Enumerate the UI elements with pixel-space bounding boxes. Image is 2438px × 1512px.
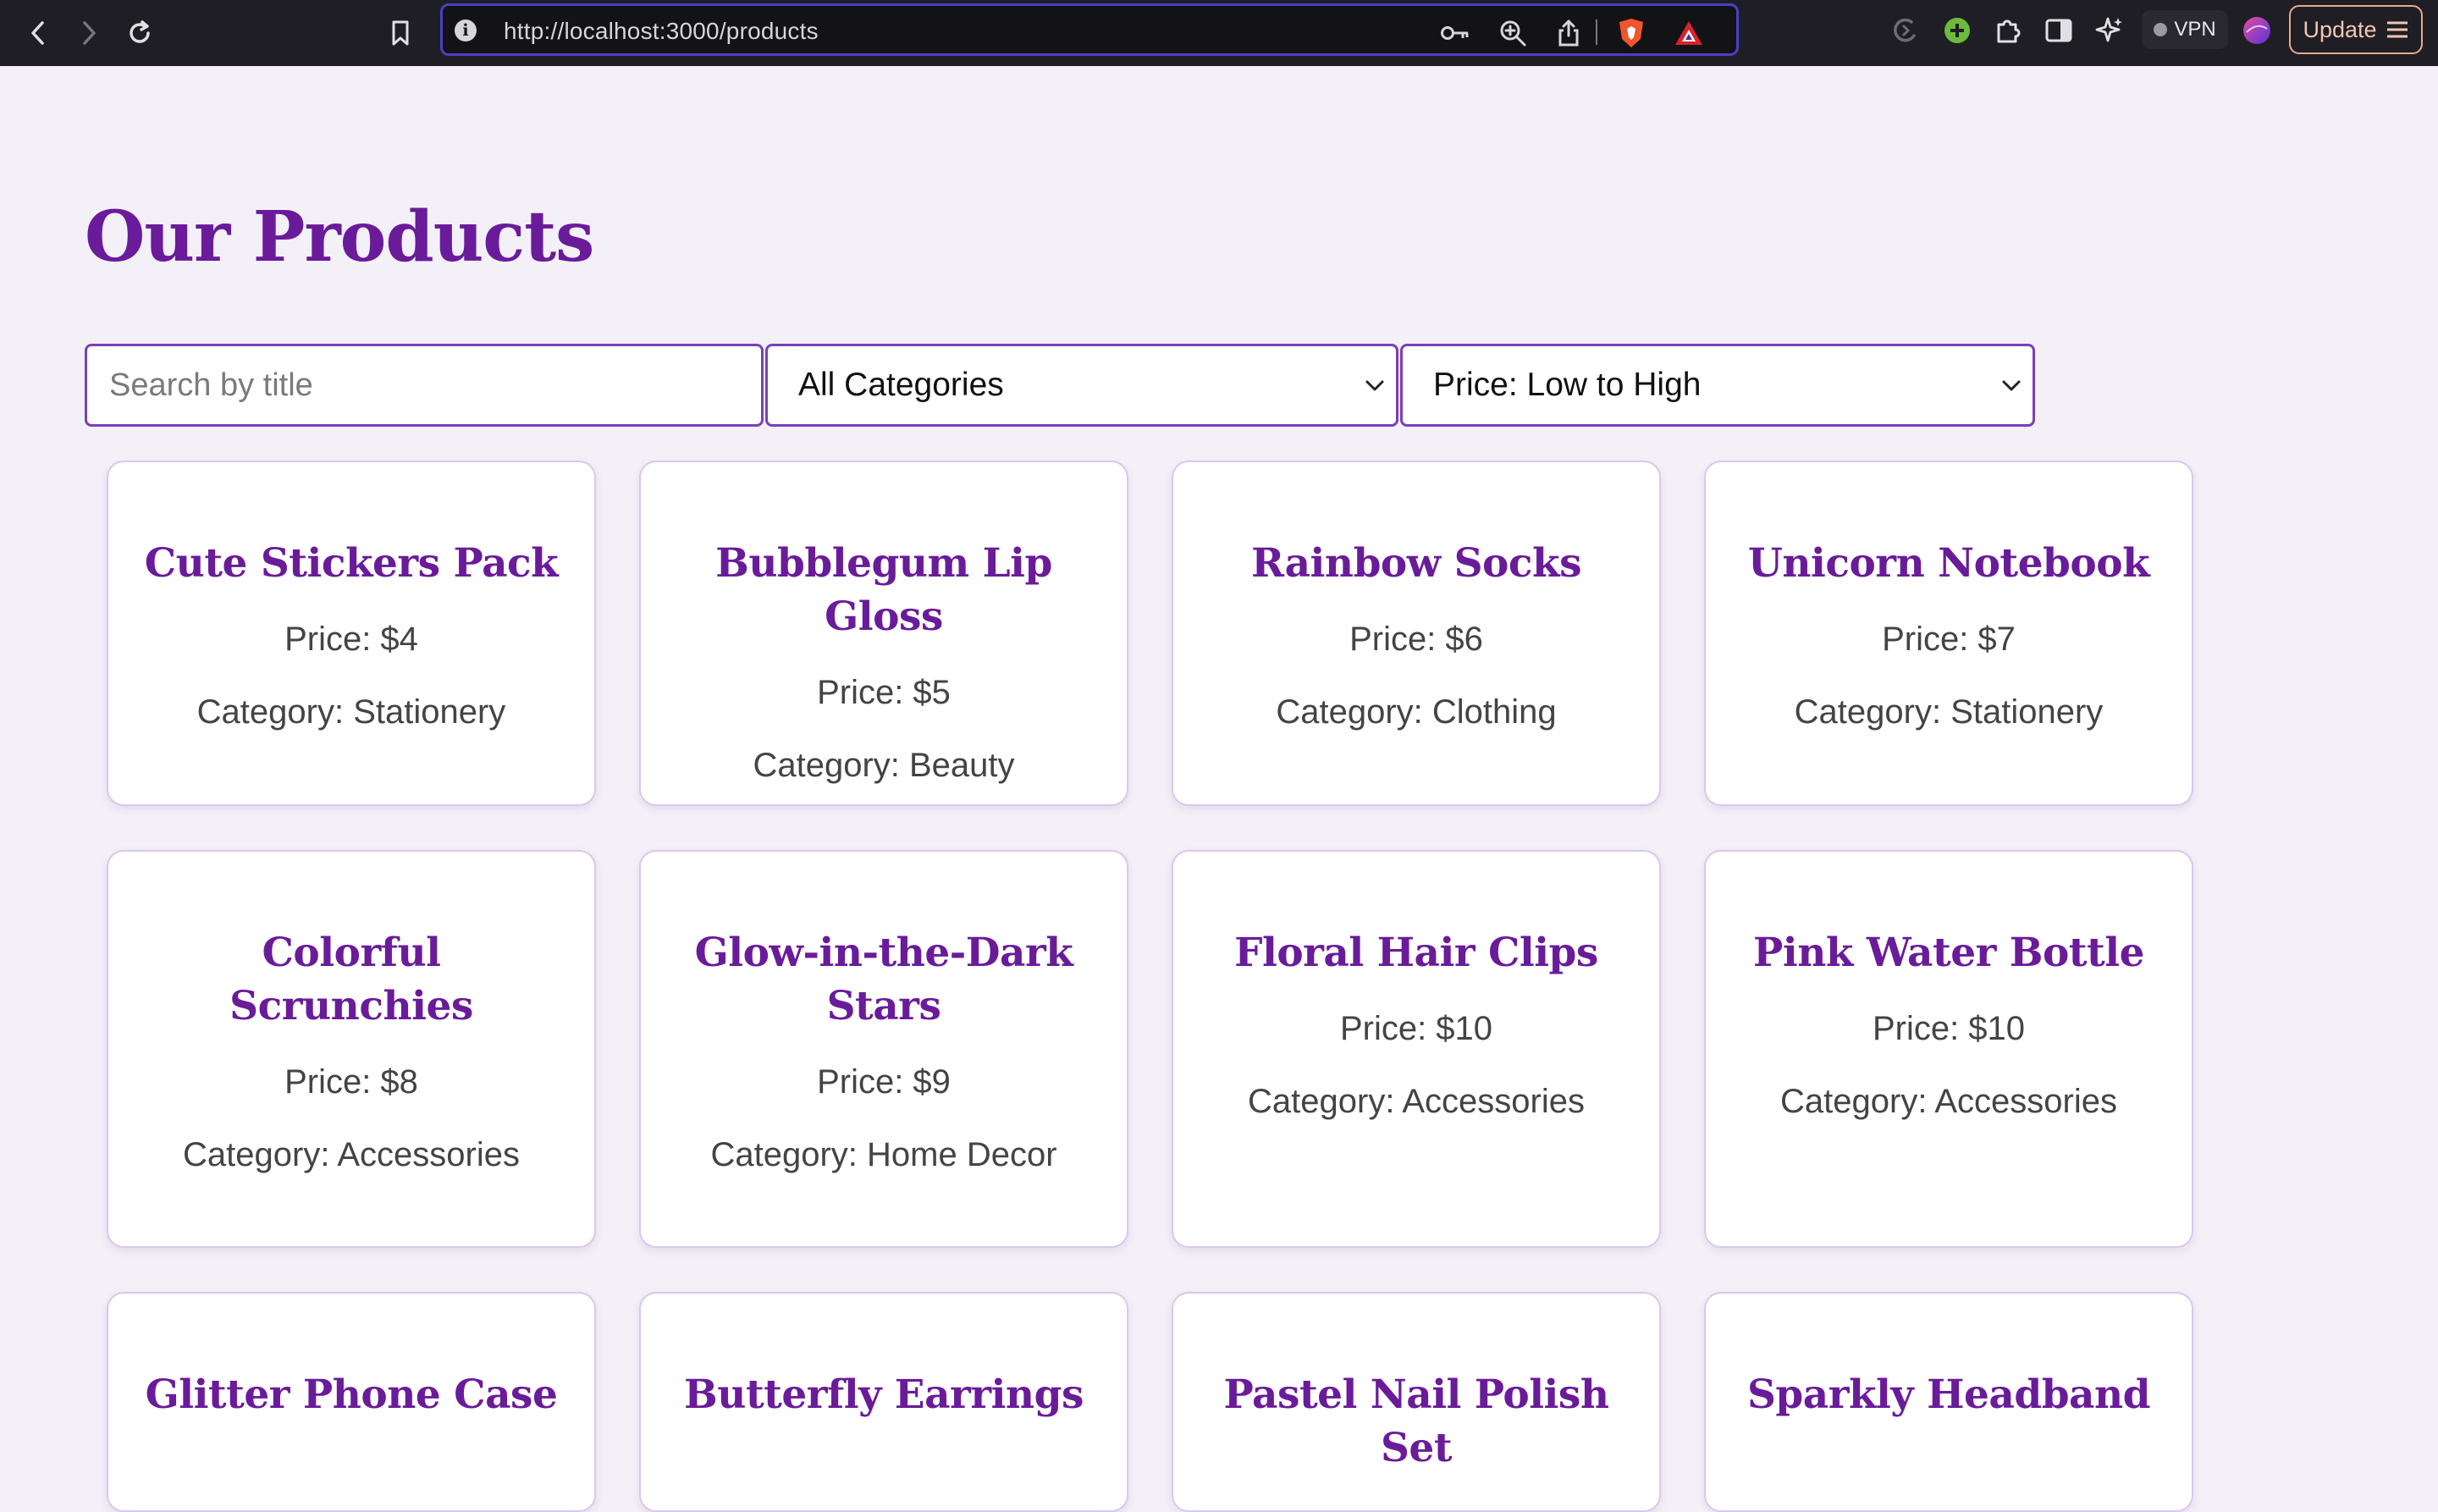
product-card[interactable]: Butterfly Earrings bbox=[639, 1292, 1128, 1512]
product-category: Category: Stationery bbox=[1794, 693, 2104, 731]
site-info-icon[interactable]: i bbox=[455, 19, 477, 41]
product-category: Category: Accessories bbox=[183, 1136, 520, 1173]
zoom-icon[interactable] bbox=[1496, 16, 1530, 50]
sort-select[interactable]: Price: Low to High bbox=[1400, 344, 2035, 427]
chevron-down-icon bbox=[1365, 380, 1384, 391]
extensions-icon[interactable] bbox=[1989, 12, 2027, 49]
product-card[interactable]: Glitter Phone Case bbox=[107, 1292, 596, 1512]
product-card[interactable]: Bubblegum Lip Gloss Price: $5 Category: … bbox=[639, 461, 1128, 806]
product-price: Price: $5 bbox=[817, 674, 951, 711]
product-title: Pink Water Bottle bbox=[1753, 930, 2144, 976]
product-card[interactable]: Sparkly Headband bbox=[1704, 1292, 2193, 1512]
product-category: Category: Accessories bbox=[1248, 1083, 1585, 1120]
product-card[interactable]: Pink Water Bottle Price: $10 Category: A… bbox=[1704, 850, 2193, 1248]
search-input[interactable] bbox=[85, 344, 764, 427]
forward-icon[interactable] bbox=[68, 12, 110, 54]
product-title: Rainbow Socks bbox=[1250, 540, 1582, 587]
product-title: Unicorn Notebook bbox=[1747, 540, 2150, 587]
address-bar[interactable]: i http://localhost:3000/products bbox=[440, 3, 1739, 56]
product-title: Bubblegum Lip Gloss bbox=[715, 540, 1052, 640]
product-title: Sparkly Headband bbox=[1746, 1371, 2151, 1418]
product-category: Category: Home Decor bbox=[710, 1136, 1057, 1173]
product-category: Category: Stationery bbox=[196, 693, 506, 731]
chevron-down-icon bbox=[2002, 380, 2021, 391]
product-title: Pastel Nail Polish Set bbox=[1223, 1371, 1609, 1471]
profile-avatar-icon[interactable] bbox=[2238, 12, 2275, 49]
product-price: Price: $9 bbox=[817, 1063, 951, 1101]
back-icon[interactable] bbox=[17, 12, 59, 54]
product-price: Price: $6 bbox=[1349, 621, 1483, 658]
product-price: Price: $10 bbox=[1339, 1010, 1493, 1047]
share-icon[interactable] bbox=[1552, 16, 1586, 50]
product-price: Price: $4 bbox=[284, 621, 418, 658]
update-label: Update bbox=[2303, 16, 2377, 42]
update-button[interactable]: Update bbox=[2289, 5, 2423, 54]
product-category: Category: Accessories bbox=[1780, 1083, 2117, 1120]
product-price: Price: $7 bbox=[1882, 621, 2016, 658]
product-card[interactable]: Unicorn Notebook Price: $7 Category: Sta… bbox=[1704, 461, 2193, 806]
product-title: Glow-in-the-Dark Stars bbox=[694, 930, 1073, 1029]
reload-icon[interactable] bbox=[119, 12, 161, 54]
divider bbox=[1596, 19, 1597, 45]
product-card[interactable]: Pastel Nail Polish Set bbox=[1172, 1292, 1661, 1512]
product-card[interactable]: Rainbow Socks Price: $6 Category: Clothi… bbox=[1172, 461, 1661, 806]
sidebar-icon[interactable] bbox=[2040, 12, 2077, 49]
key-icon[interactable] bbox=[1438, 16, 1472, 50]
vpn-button[interactable]: VPN bbox=[2142, 10, 2228, 49]
product-card[interactable]: Floral Hair Clips Price: $10 Category: A… bbox=[1172, 850, 1661, 1248]
vpn-status-icon bbox=[2154, 23, 2168, 36]
brave-shield-icon[interactable] bbox=[1614, 16, 1648, 50]
rewards-icon[interactable] bbox=[1672, 16, 1706, 50]
product-title: Cute Stickers Pack bbox=[144, 540, 559, 587]
page-title: Our Products bbox=[85, 196, 594, 278]
product-category: Category: Clothing bbox=[1276, 693, 1557, 731]
product-title: Butterfly Earrings bbox=[684, 1371, 1084, 1418]
product-title: Glitter Phone Case bbox=[145, 1371, 558, 1418]
leo-icon[interactable] bbox=[1886, 12, 1923, 49]
url-text[interactable]: http://localhost:3000/products bbox=[504, 18, 819, 45]
vpn-label: VPN bbox=[2174, 18, 2216, 41]
bookmark-icon[interactable] bbox=[379, 12, 422, 54]
sort-select-value: Price: Low to High bbox=[1433, 367, 1702, 403]
product-card[interactable]: Cute Stickers Pack Price: $4 Category: S… bbox=[107, 461, 596, 806]
category-select[interactable]: All Categories bbox=[765, 344, 1398, 427]
browser-toolbar: i http://localhost:3000/products VPN Upd… bbox=[0, 0, 2438, 66]
product-price: Price: $10 bbox=[1872, 1010, 2026, 1047]
menu-icon bbox=[2386, 21, 2408, 38]
product-title: Colorful Scrunchies bbox=[229, 930, 473, 1029]
category-select-value: All Categories bbox=[798, 367, 1004, 403]
product-card[interactable]: Colorful Scrunchies Price: $8 Category: … bbox=[107, 850, 596, 1248]
product-title: Floral Hair Clips bbox=[1234, 930, 1598, 976]
product-card[interactable]: Glow-in-the-Dark Stars Price: $9 Categor… bbox=[639, 850, 1128, 1248]
extension-plus-icon[interactable] bbox=[1939, 12, 1976, 49]
product-price: Price: $8 bbox=[284, 1063, 418, 1101]
ai-sparkle-icon[interactable] bbox=[2091, 12, 2128, 49]
product-category: Category: Beauty bbox=[753, 747, 1015, 784]
